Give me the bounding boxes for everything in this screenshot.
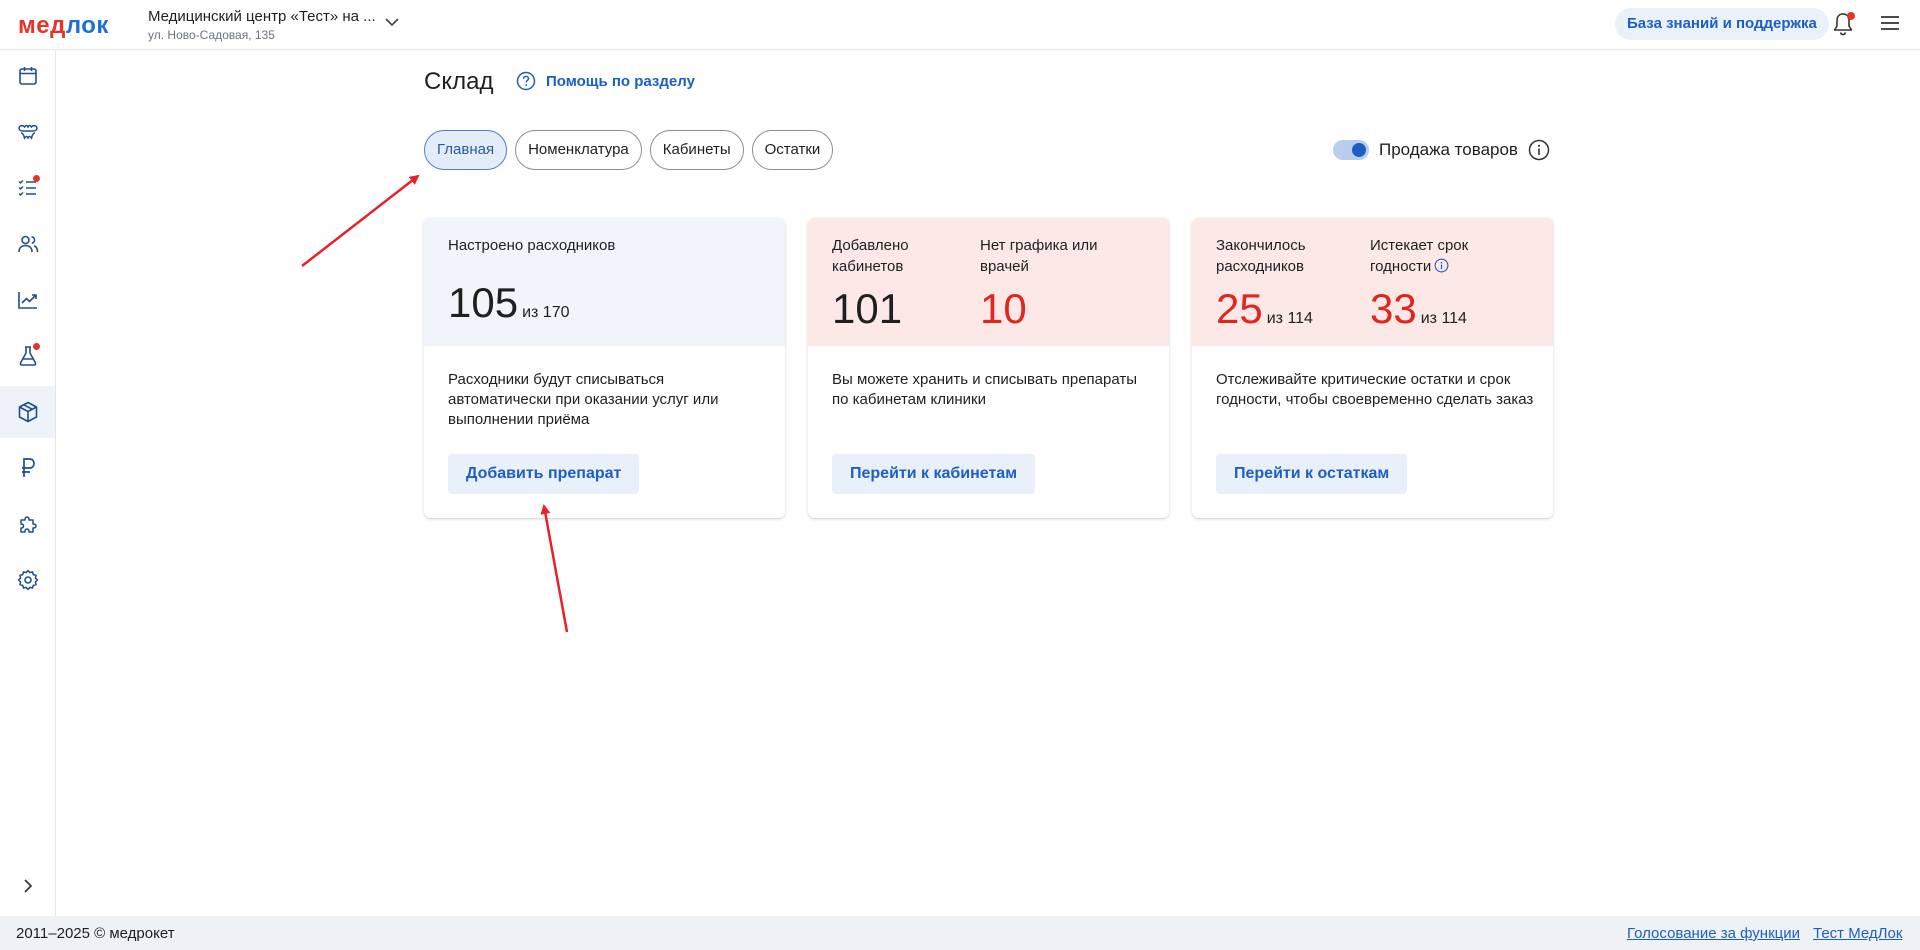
card-consumables-stats: Настроено расходников 105 из 170 [424,218,785,346]
puzzle-icon [19,516,37,533]
users-icon [17,235,38,253]
stat-no-schedule: Нет графика или врачей [980,235,1130,277]
help-link[interactable]: Помощь по разделу [516,71,695,91]
clinic-name: Медицинский центр «Тест» на ... [148,8,376,25]
clinic-address: ул. Ново-Садовая, 135 [148,28,275,42]
medlok-logo[interactable]: медлок [18,12,109,40]
notification-badge [1847,12,1855,20]
stat-label: Добавлено кабинетов [832,237,909,275]
sidebar-item-patients[interactable] [0,218,55,270]
sidebar-item-dentistry[interactable] [0,106,55,158]
card-remains: Закончилось расходников 25 из 114 Истекае… [1192,218,1553,518]
card-cabinets-stats: Добавлено кабинетов 101 Нет графика или … [808,218,1169,346]
stat-configured-value: 105 из 170 [448,279,570,326]
knowledge-base-button[interactable]: База знаний и поддержка [1615,8,1829,40]
stat-expiring: Истекает срок годности [1370,235,1530,277]
stat-label: Истекает срок годности [1370,237,1469,275]
stat-no-schedule-value: 10 [980,285,1027,332]
lab-badge [33,343,40,350]
stat-label: Нет графика или врачей [980,237,1098,275]
hamburger-menu-icon[interactable] [1880,14,1900,32]
tab-remains[interactable]: Остатки [751,130,834,170]
card-description: Отслеживайте критические остатки и срок … [1216,371,1534,408]
stat-out-of-stock: Закончилось расходников [1216,235,1356,277]
chart-line-icon [17,292,37,309]
chevron-down-icon[interactable] [383,13,401,31]
tab-nomenclature[interactable]: Номенклатура [515,130,642,170]
goods-sale-toggle-group: Продажа товаров [1333,139,1550,161]
help-link-label: Помощь по разделу [546,72,695,90]
stat-configured: Настроено расходников [448,235,615,256]
add-drug-button[interactable]: Добавить препарат [448,454,640,494]
sidebar [0,50,56,916]
sidebar-item-analytics[interactable] [0,274,55,326]
clinic-selector[interactable]: Медицинский центр «Тест» на ... ул. Ново… [148,8,388,42]
teeth-icon [17,124,38,140]
arrow-to-main-tab [301,174,420,267]
copyright: 2011–2025 © медрокет [16,925,175,942]
sidebar-item-lab[interactable] [0,330,55,382]
stat-cabinets-added-value: 101 [832,285,903,332]
feature-voting-link[interactable]: Голосование за функции [1627,925,1800,942]
stat-cabinets-added: Добавлено кабинетов [832,235,962,277]
warehouse-tabs: Главная Номенклатура Кабинеты Остатки [424,130,834,170]
card-cabinets: Добавлено кабинетов 101 Нет графика или … [808,218,1169,518]
card-description: Расходники будут списываться автоматичес… [448,371,719,428]
stat-expiring-value: 33 из 114 [1370,285,1467,332]
info-icon[interactable] [1528,139,1550,161]
goods-sale-toggle[interactable] [1333,140,1369,160]
info-icon[interactable] [1434,258,1449,273]
sidebar-item-finance[interactable] [0,442,55,494]
tab-main[interactable]: Главная [424,130,508,170]
top-header: медлок Медицинский центр «Тест» на ... у… [0,0,1920,50]
test-medlok-link[interactable]: Тест МедЛок [1813,925,1902,942]
sidebar-item-calendar[interactable] [0,50,55,102]
stat-out-of-stock-value: 25 из 114 [1216,285,1313,332]
chevron-right-icon[interactable] [16,874,40,898]
card-description: Вы можете хранить и списывать препараты … [832,371,1138,408]
sidebar-item-warehouse[interactable] [0,386,55,438]
tasks-badge [33,175,40,182]
go-to-remains-button[interactable]: Перейти к остаткам [1216,454,1408,494]
arrow-to-add-drug-button [540,504,569,633]
card-remains-stats: Закончилось расходников 25 из 114 Истекае… [1192,218,1553,346]
sidebar-item-tasks[interactable] [0,162,55,214]
gear-icon [17,569,38,591]
ruble-icon [21,458,35,477]
go-to-cabinets-button[interactable]: Перейти к кабинетам [832,454,1036,494]
tab-cabinets[interactable]: Кабинеты [649,130,744,170]
stat-label: Настроено расходников [448,237,616,254]
stat-label: Закончилось расходников [1216,237,1306,275]
box-icon [18,401,37,423]
sidebar-item-integrations[interactable] [0,498,55,550]
page-title: Склад [424,68,494,95]
question-circle-icon [516,71,536,91]
goods-sale-label: Продажа товаров [1379,140,1518,159]
card-consumables: Настроено расходников 105 из 170 Расходни… [424,218,785,518]
calendar-icon [18,67,37,85]
sidebar-item-settings[interactable] [0,554,55,606]
toggle-knob [1352,143,1366,157]
footer: 2011–2025 © медрокет Голосование за функ… [0,916,1920,950]
